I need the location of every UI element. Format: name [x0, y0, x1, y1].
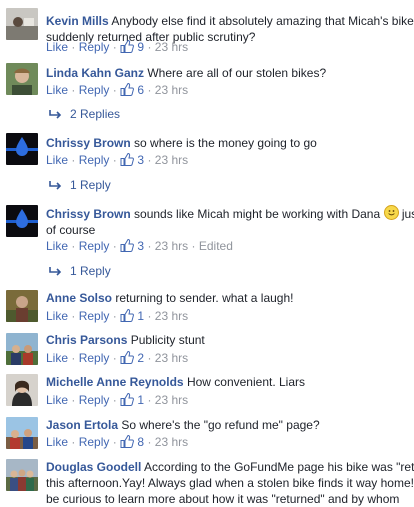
view-replies-link[interactable]: 1 Reply: [48, 263, 111, 279]
avatar[interactable]: [6, 8, 38, 40]
comment-author[interactable]: Michelle Anne Reynolds: [46, 375, 184, 389]
comment-actions: Like · Reply · 1 · 23 hrs: [46, 308, 188, 324]
like-button[interactable]: Like: [46, 351, 68, 365]
like-button[interactable]: Like: [46, 40, 68, 54]
reply-arrow-icon: [48, 264, 62, 276]
comment-author[interactable]: Linda Kahn Ganz: [46, 66, 144, 80]
avatar[interactable]: [6, 333, 38, 365]
like-button[interactable]: Like: [46, 435, 68, 449]
comment-author[interactable]: Chrissy Brown: [46, 207, 131, 221]
like-count[interactable]: 1: [137, 393, 144, 407]
comment-author[interactable]: Douglas Goodell: [46, 460, 141, 474]
avatar[interactable]: [6, 459, 38, 491]
avatar[interactable]: [6, 205, 38, 237]
like-count[interactable]: 8: [137, 435, 144, 449]
timestamp[interactable]: 23 hrs: [155, 309, 188, 323]
reply-button[interactable]: Reply: [79, 351, 110, 365]
avatar[interactable]: [6, 290, 38, 322]
like-button[interactable]: Like: [46, 393, 68, 407]
comment-actions: Like · Reply · 3 · 23 hrs: [46, 152, 188, 168]
comment-author[interactable]: Chrissy Brown: [46, 136, 131, 150]
reply-button[interactable]: Reply: [79, 83, 110, 97]
timestamp[interactable]: 23 hrs: [155, 239, 188, 253]
thumbs-up-icon: [120, 350, 135, 368]
like-count[interactable]: 3: [137, 239, 144, 253]
view-replies-link[interactable]: 2 Replies: [48, 106, 120, 122]
like-button[interactable]: Like: [46, 83, 68, 97]
comment-text: Chrissy Brown so where is the money goin…: [46, 136, 317, 150]
reply-button[interactable]: Reply: [79, 153, 110, 167]
comment-author[interactable]: Kevin Mills: [46, 14, 109, 28]
avatar[interactable]: [6, 133, 38, 165]
view-replies-link[interactable]: 1 Reply: [48, 177, 111, 193]
like-count[interactable]: 3: [137, 153, 144, 167]
comment-actions: Like · Reply · 6 · 23 hrs: [46, 82, 188, 98]
like-count[interactable]: 2: [137, 351, 144, 365]
comment-author[interactable]: Anne Solso: [46, 291, 112, 305]
comment-text: Chrissy Brown sounds like Micah might be…: [46, 205, 414, 237]
comment-text: Linda Kahn Ganz Where are all of our sto…: [46, 66, 327, 80]
comment-text: Michelle Anne Reynolds How convenient. L…: [46, 375, 305, 389]
avatar[interactable]: [6, 374, 38, 406]
comment-actions: Like · Reply · 2 · 23 hrs: [46, 350, 188, 366]
reply-button[interactable]: Reply: [79, 239, 110, 253]
timestamp[interactable]: 23 hrs: [155, 351, 188, 365]
like-count[interactable]: 9: [137, 40, 144, 54]
avatar[interactable]: [6, 63, 38, 95]
timestamp[interactable]: 23 hrs: [155, 83, 188, 97]
like-button[interactable]: Like: [46, 239, 68, 253]
edited-label[interactable]: Edited: [199, 239, 233, 253]
thumbs-up-icon: [120, 152, 135, 170]
comment-text: Jason Ertola So where's the "go refund m…: [46, 418, 320, 432]
like-button[interactable]: Like: [46, 309, 68, 323]
like-count[interactable]: 1: [137, 309, 144, 323]
reply-button[interactable]: Reply: [79, 435, 110, 449]
comment-text: Anne Solso returning to sender. what a l…: [46, 291, 294, 305]
comment-author[interactable]: Chris Parsons: [46, 333, 127, 347]
like-button[interactable]: Like: [46, 153, 68, 167]
reply-button[interactable]: Reply: [79, 40, 110, 54]
timestamp[interactable]: 23 hrs: [155, 393, 188, 407]
comment-text: Chris Parsons Publicity stunt: [46, 333, 205, 347]
reply-arrow-icon: [48, 107, 62, 119]
comment-actions: Like · Reply · 8 · 23 hrs: [46, 434, 188, 450]
avatar[interactable]: [6, 417, 38, 449]
thumbs-up-icon: [120, 434, 135, 452]
thumbs-up-icon: [120, 39, 135, 57]
reply-button[interactable]: Reply: [79, 393, 110, 407]
comment-actions: Like · Reply · 3 · 23 hrs · Edited: [46, 238, 233, 254]
thumbs-up-icon: [120, 82, 135, 100]
timestamp[interactable]: 23 hrs: [155, 435, 188, 449]
reply-arrow-icon: [48, 178, 62, 190]
comment-actions: Like · Reply · 1 · 23 hrs: [46, 392, 188, 408]
thumbs-up-icon: [120, 308, 135, 326]
timestamp[interactable]: 23 hrs: [155, 153, 188, 167]
comment-actions: Like · Reply · 9 · 23 hrs: [46, 39, 188, 55]
like-count[interactable]: 6: [137, 83, 144, 97]
timestamp[interactable]: 23 hrs: [155, 40, 188, 54]
thumbs-up-icon: [120, 392, 135, 410]
comment-author[interactable]: Jason Ertola: [46, 418, 118, 432]
thumbs-up-icon: [120, 238, 135, 256]
comment-text: Douglas Goodell According to the GoFundM…: [46, 460, 414, 506]
reply-button[interactable]: Reply: [79, 309, 110, 323]
smiley-emoji-icon: [383, 205, 399, 220]
